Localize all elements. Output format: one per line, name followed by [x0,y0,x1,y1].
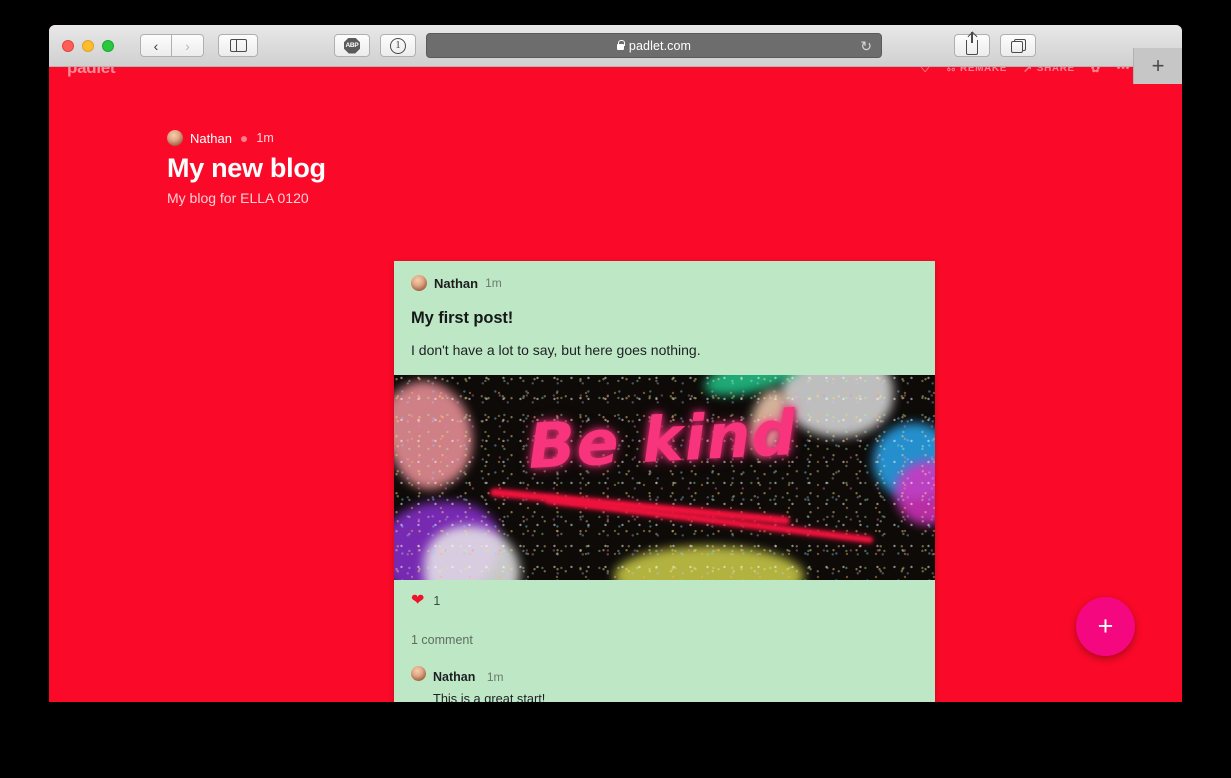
page-subtitle[interactable]: My blog for ELLA 0120 [167,190,326,206]
settings-gear-icon: ✿ [1090,67,1101,75]
board-byline: Nathan ● 1m [167,128,326,148]
share-board-button[interactable]: ↗ SHARE [1023,67,1075,75]
comment-author-name: Nathan [433,670,476,684]
right-toolbar [954,31,1036,57]
padlet-topnav-actions: ♡ ⎌ REMAKE ↗ SHARE ✿ ••• [920,67,1166,78]
more-options-button[interactable]: ••• [1117,67,1130,74]
settings-button[interactable]: ✿ [1091,67,1101,75]
adblock-plus-button[interactable]: ABP [334,34,370,57]
padlet-logo[interactable]: padlet [67,67,116,78]
lock-icon [616,39,625,50]
show-tabs-button[interactable] [1000,34,1036,57]
back-button[interactable]: ‹ [140,34,172,57]
comment-text: This is a great start! [433,690,546,702]
chalk-text: Be kind [526,396,799,483]
navigation-buttons: ‹ › [140,34,204,57]
post-byline: Nathan 1m [411,275,918,291]
tabs-overview-icon [1010,38,1026,53]
reload-button[interactable]: ↻ [860,39,872,53]
board-author-name: Nathan [190,130,232,146]
maximize-window-button[interactable] [102,39,114,52]
favorite-button[interactable]: ♡ [920,67,930,75]
close-window-button[interactable] [62,39,74,52]
comment-timestamp: 1m [486,670,504,684]
heart-icon[interactable]: ❤ [411,593,424,609]
comment-count: 1 comment [411,633,473,647]
add-post-button[interactable]: + [1076,597,1135,656]
new-tab-button[interactable]: + [1133,48,1182,84]
byline-separator-dot: ● [239,130,249,146]
comment-body: Nathan 1m This is a great start! [433,666,545,702]
board-header: Nathan ● 1m My new blog My blog for ELLA… [167,128,326,206]
page-title[interactable]: My new blog [167,153,326,184]
share-button[interactable] [954,31,990,57]
post-card[interactable]: Nathan 1m My first post! I don't have a … [394,261,935,702]
post-body: Nathan 1m My first post! I don't have a … [394,261,935,375]
browser-window: ‹ › ABP 1 padlet.com ↻ + padlet ♡ ⎌ REMA… [49,25,1182,702]
post-footer: ❤ 1 1 comment Nathan 1m This is a great … [394,580,935,702]
address-bar[interactable]: padlet.com ↻ [426,33,882,58]
reaction-row[interactable]: ❤ 1 [411,590,918,612]
adblock-icon: ABP [344,37,360,54]
extension-buttons: ABP 1 [334,34,416,57]
chevron-left-icon: ‹ [153,37,159,54]
post-author-name: Nathan [434,275,479,291]
comment-header: Nathan 1m [433,666,545,688]
board-timestamp: 1m [256,131,274,145]
avatar [411,275,427,291]
share-arrow-icon: ↗ [1022,67,1033,75]
avatar [411,666,426,681]
page-info-button[interactable]: 1 [380,34,416,57]
post-text: I don't have a lot to say, but here goes… [411,342,701,358]
info-circle-icon: 1 [390,37,406,54]
remake-label: REMAKE [960,67,1007,74]
remake-icon: ⎌ [946,67,957,74]
heart-outline-icon: ♡ [920,67,931,75]
window-controls [62,39,114,52]
post-title: My first post! [411,309,514,327]
more-options-icon: ••• [1116,67,1130,74]
minimize-window-button[interactable] [82,39,94,52]
chevron-right-icon: › [185,37,190,54]
comment-item: Nathan 1m This is a great start! [411,666,918,702]
post-timestamp: 1m [485,276,502,290]
reaction-count: 1 [433,594,441,608]
forward-button[interactable]: › [172,34,204,57]
share-label: SHARE [1036,67,1075,74]
post-attachment-image[interactable]: Be kind [394,375,935,580]
remake-button[interactable]: ⎌ REMAKE [947,67,1007,75]
url-text: padlet.com [628,38,692,53]
avatar [167,130,183,146]
share-icon [966,31,978,55]
padlet-topnav: padlet ♡ ⎌ REMAKE ↗ SHARE ✿ ••• [49,67,1182,79]
padlet-page: padlet ♡ ⎌ REMAKE ↗ SHARE ✿ ••• Nathan ●… [49,67,1182,702]
browser-toolbar: ‹ › ABP 1 padlet.com ↻ [49,25,1182,67]
sidebar-icon [229,39,247,52]
sidebar-toggle-button[interactable] [218,34,258,57]
